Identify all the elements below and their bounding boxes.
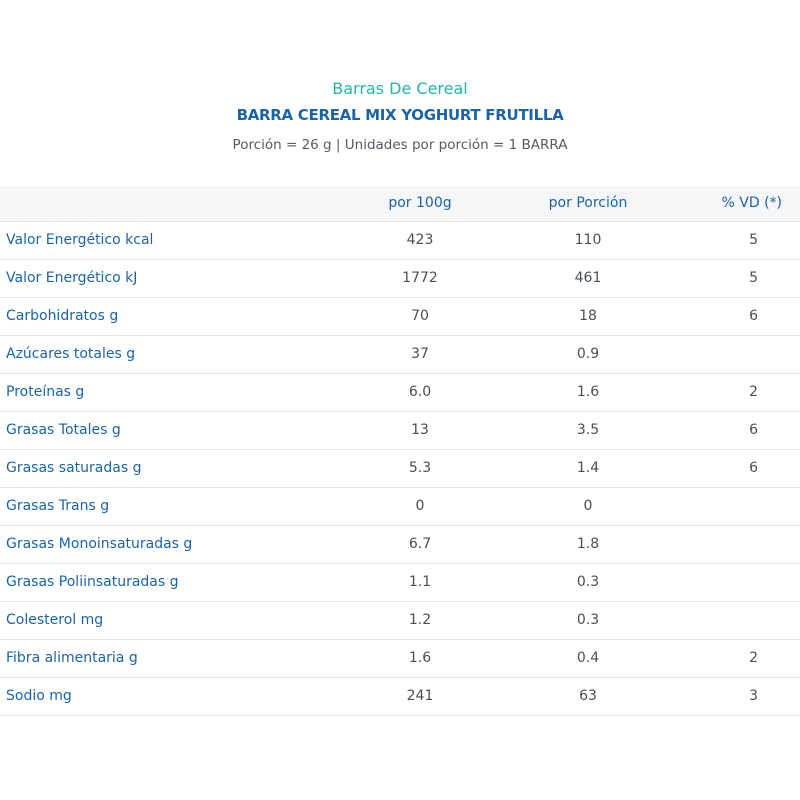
table-row: Grasas Totales g 13 3.5 6: [0, 411, 800, 450]
value-daily-percent: 2: [672, 373, 800, 412]
value-per-100g: 37: [336, 335, 504, 374]
table-row: Valor Energético kcal 423 110 5: [0, 221, 800, 260]
category-title: Barras De Cereal: [332, 79, 468, 98]
table-row: Azúcares totales g 37 0.9: [0, 335, 800, 374]
nutrient-name: Grasas Poliinsaturadas g: [0, 563, 336, 602]
table-row: Grasas Poliinsaturadas g 1.1 0.3: [0, 563, 800, 602]
table-body: Valor Energético kcal 423 110 5 Valor Energé…: [0, 221, 800, 716]
value-per-100g: 1.2: [336, 601, 504, 640]
nutrient-name: Valor Energético kJ: [0, 259, 336, 298]
value-daily-percent: 6: [672, 297, 800, 336]
value-per-portion: 110: [504, 221, 672, 260]
table-row: Grasas saturadas g 5.3 1.4 6: [0, 449, 800, 488]
column-header-nutrient: [0, 186, 336, 222]
value-daily-percent: 5: [672, 221, 800, 260]
table-row: Fibra alimentaria g 1.6 0.4 2: [0, 639, 800, 678]
table-row: Grasas Trans g00: [0, 487, 800, 526]
nutrient-name: Grasas Monoinsaturadas g: [0, 525, 336, 564]
value-per-portion: 0: [504, 487, 672, 526]
value-per-100g: 1772: [336, 259, 504, 298]
nutrient-name: Valor Energético kcal: [0, 221, 336, 260]
portion-info: Porción = 26 g | Unidades por porción = …: [232, 137, 568, 153]
nutrition-table: por 100g por Porción % VD (*) Valor Ener…: [0, 186, 800, 716]
value-daily-percent: [672, 335, 800, 374]
nutrient-name: Grasas Totales g: [0, 411, 336, 450]
nutrient-name: Grasas saturadas g: [0, 449, 336, 488]
value-per-portion: 3.5: [504, 411, 672, 450]
value-per-100g: 13: [336, 411, 504, 450]
nutrient-name: Grasas Trans g: [0, 487, 336, 526]
value-per-100g: 0: [336, 487, 504, 526]
value-per-100g: 241: [336, 677, 504, 716]
table-row: Grasas Monoinsaturadas g 6.7 1.8: [0, 525, 800, 564]
nutrient-name: Fibra alimentaria g: [0, 639, 336, 678]
nutrient-name: Sodio mg: [0, 677, 336, 716]
value-per-100g: 6.0: [336, 373, 504, 412]
table-row: Sodio mg 241 63 3: [0, 677, 800, 716]
value-per-portion: 1.4: [504, 449, 672, 488]
value-per-portion: 0.3: [504, 563, 672, 602]
column-header-per-100g: por 100g: [336, 186, 504, 222]
table-row: Proteínas g 6.0 1.6 2: [0, 373, 800, 412]
value-per-portion: 1.8: [504, 525, 672, 564]
value-daily-percent: [672, 563, 800, 602]
product-title: BARRA CEREAL MIX YOGHURT FRUTILLA: [236, 106, 564, 124]
value-per-portion: 0.3: [504, 601, 672, 640]
nutrient-name: Proteínas g: [0, 373, 336, 412]
column-header-daily-value: % VD (*): [672, 186, 800, 222]
value-per-100g: 423: [336, 221, 504, 260]
value-per-100g: 1.1: [336, 563, 504, 602]
value-per-100g: 70: [336, 297, 504, 336]
nutrient-name: Azúcares totales g: [0, 335, 336, 374]
table-row: Valor Energético kJ 1772 461 5: [0, 259, 800, 298]
value-daily-percent: 6: [672, 411, 800, 450]
table-row: Carbohidratos g 70 18 6: [0, 297, 800, 336]
table-header-row: por 100g por Porción % VD (*): [0, 186, 800, 222]
value-daily-percent: 6: [672, 449, 800, 488]
column-header-per-portion: por Porción: [504, 186, 672, 222]
value-per-100g: 1.6: [336, 639, 504, 678]
value-daily-percent: 3: [672, 677, 800, 716]
value-daily-percent: [672, 525, 800, 564]
value-per-portion: 18: [504, 297, 672, 336]
nutrient-name: Colesterol mg: [0, 601, 336, 640]
value-per-portion: 0.9: [504, 335, 672, 374]
table-row: Colesterol mg 1.2 0.3: [0, 601, 800, 640]
value-daily-percent: 2: [672, 639, 800, 678]
value-daily-percent: [672, 487, 800, 526]
value-per-100g: 6.7: [336, 525, 504, 564]
value-per-portion: 461: [504, 259, 672, 298]
value-per-portion: 1.6: [504, 373, 672, 412]
value-per-portion: 63: [504, 677, 672, 716]
value-per-portion: 0.4: [504, 639, 672, 678]
nutrient-name: Carbohidratos g: [0, 297, 336, 336]
value-daily-percent: [672, 601, 800, 640]
value-per-100g: 5.3: [336, 449, 504, 488]
value-daily-percent: 5: [672, 259, 800, 298]
